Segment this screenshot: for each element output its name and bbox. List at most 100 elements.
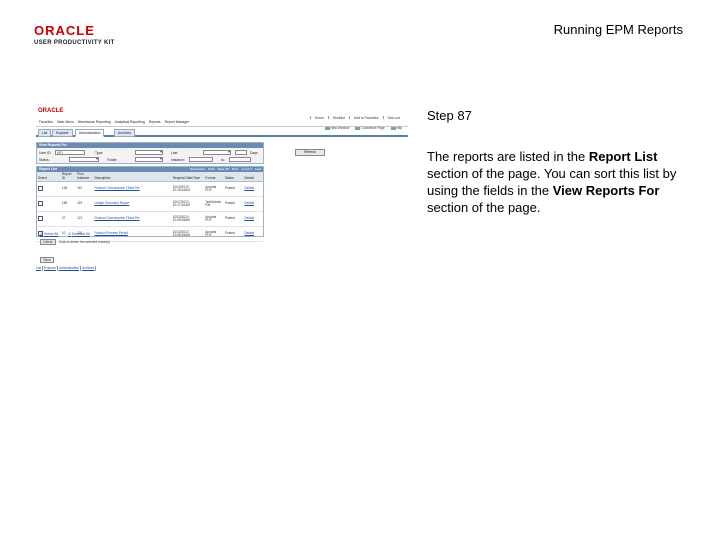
tab-list[interactable]: List bbox=[38, 129, 52, 137]
report-id-cell: 27 bbox=[60, 211, 77, 228]
last-select[interactable] bbox=[203, 150, 231, 155]
step-text-part-1: The reports are listed in the bbox=[427, 149, 589, 164]
logo-word: ORACLE bbox=[34, 23, 95, 38]
view-reports-for-heading: View Reports For bbox=[37, 143, 263, 148]
status-select[interactable] bbox=[69, 157, 99, 162]
step-description: The reports are listed in the Report Lis… bbox=[427, 148, 692, 216]
menu-warehouse[interactable]: Warehouse Reporting bbox=[78, 119, 111, 126]
row-checkbox[interactable] bbox=[38, 215, 43, 221]
delete-button[interactable]: Delete bbox=[40, 239, 56, 245]
details-link[interactable]: Details bbox=[243, 181, 263, 198]
new-window-link[interactable]: New Window bbox=[325, 126, 350, 131]
table-row: 128 112 Product Consumption (Total Per 1… bbox=[37, 181, 263, 198]
col-description[interactable]: Description bbox=[93, 172, 172, 183]
http-link[interactable]: http bbox=[391, 126, 402, 131]
prcs-instance-cell: 112 bbox=[76, 181, 94, 198]
request-date-cell: 10/23/2013 10:15:34AM bbox=[171, 181, 205, 198]
col-select[interactable]: Select bbox=[37, 172, 61, 183]
type-select[interactable] bbox=[135, 150, 163, 155]
description-link[interactable]: Product Consumption (Total Per bbox=[93, 181, 172, 198]
col-report-id[interactable]: Report ID bbox=[60, 172, 77, 183]
folder-label: Folder: bbox=[107, 158, 118, 162]
details-link[interactable]: Details bbox=[243, 196, 263, 213]
logo-subtitle: USER PRODUCTIVITY KIT bbox=[34, 40, 115, 46]
page-actions: New Window Customize Page http bbox=[325, 126, 402, 131]
menu-favorites[interactable]: Favorites bbox=[39, 119, 53, 126]
tab-explorer[interactable]: Explorer bbox=[52, 129, 73, 137]
to-label: to: bbox=[221, 158, 225, 162]
col-prcs-instance[interactable]: Prcs Instance bbox=[76, 172, 94, 183]
col-request-date[interactable]: Request Date/Time bbox=[171, 172, 205, 183]
details-link[interactable]: Details bbox=[243, 211, 263, 228]
description-link[interactable]: Product Consumption (Total Per bbox=[93, 211, 172, 228]
app-oracle-logo: ORACLE bbox=[38, 108, 64, 114]
folder-select[interactable] bbox=[135, 157, 163, 162]
report-list-term: Report List bbox=[588, 149, 658, 164]
step-text-part-3: section of the page. bbox=[427, 200, 541, 215]
menu-report-manager[interactable]: Report Manager bbox=[165, 119, 190, 126]
instance-from-input[interactable] bbox=[189, 157, 213, 162]
table-row: 27 121 Product Consumption (Total Per 10… bbox=[37, 211, 263, 228]
request-date-cell: 10/23/2013 10:09:28AM bbox=[171, 211, 205, 228]
status-cell: Posted bbox=[223, 211, 244, 228]
last-value-input[interactable] bbox=[235, 150, 247, 155]
report-id-cell: 158 bbox=[60, 196, 77, 213]
step-label: Step 87 bbox=[427, 108, 472, 123]
select-all-link[interactable]: Select All bbox=[40, 232, 58, 237]
report-table-header: Select Report ID Prcs Instance Descripti… bbox=[37, 172, 263, 183]
footer-link-explorer[interactable]: Explorer bbox=[44, 266, 58, 271]
filter-row-1: User ID: VP1 Type: Last Days bbox=[39, 150, 263, 157]
prcs-instance-cell: 119 bbox=[76, 196, 94, 213]
details-link[interactable]: Details bbox=[243, 226, 263, 243]
format-cell: Acrobat PDF bbox=[204, 226, 224, 243]
row-checkbox[interactable] bbox=[38, 185, 43, 191]
menu-reports[interactable]: Reports bbox=[149, 119, 161, 126]
col-details[interactable]: Details bbox=[243, 172, 263, 183]
row-checkbox[interactable] bbox=[38, 200, 43, 206]
save-button[interactable]: Save bbox=[40, 257, 54, 263]
row-select-cell[interactable] bbox=[37, 196, 61, 213]
menu-analytical[interactable]: Analytical Reporting bbox=[115, 119, 145, 126]
tab-archives[interactable]: Archives bbox=[114, 129, 136, 137]
footer-link-archives[interactable]: Archives bbox=[82, 266, 97, 271]
menu-main[interactable]: Main Menu bbox=[57, 119, 74, 126]
description-link[interactable]: Ledger Summary Report bbox=[93, 196, 172, 213]
deselect-all-link[interactable]: Deselect All bbox=[68, 232, 90, 237]
footer-links: List Explorer Administration Archives bbox=[36, 266, 97, 271]
delete-note: Click to delete the selected report(s) bbox=[59, 240, 111, 244]
status-cell: Posted bbox=[223, 226, 244, 243]
request-date-cell: 10/13/2013 10:06:35AM bbox=[171, 226, 205, 243]
instance-to-input[interactable] bbox=[229, 157, 251, 162]
status-cell: Posted bbox=[223, 181, 244, 198]
report-list-panel: Report List Customize Find View All Firs… bbox=[36, 166, 264, 243]
instance-label: Instance: bbox=[171, 158, 185, 162]
app-screenshot: ORACLE Home Worklist Add to Favorites Si… bbox=[36, 105, 408, 275]
user-id-input[interactable]: VP1 bbox=[55, 150, 85, 155]
selection-links: Select All Deselect All bbox=[40, 232, 90, 237]
status-label: Status: bbox=[39, 158, 50, 162]
row-select-cell[interactable] bbox=[37, 211, 61, 228]
report-list-title: Report List bbox=[39, 167, 57, 171]
status-cell: Posted bbox=[223, 196, 244, 213]
col-status[interactable]: Status bbox=[223, 172, 244, 183]
request-date-cell: 10/17/2013 10:17:40AM bbox=[171, 196, 205, 213]
format-cell: Acrobat PDF bbox=[204, 181, 224, 198]
days-label: Days bbox=[250, 151, 258, 155]
slide-title: Running EPM Reports bbox=[553, 22, 683, 37]
last-label: Last bbox=[171, 151, 178, 155]
format-cell: Text/Adobe File bbox=[204, 196, 224, 213]
col-format[interactable]: Format bbox=[204, 172, 224, 183]
oracle-upk-logo: ORACLE USER PRODUCTIVITY KIT bbox=[34, 24, 124, 47]
refresh-button[interactable]: Refresh bbox=[295, 149, 325, 156]
filter-row-2: Status: Folder: Instance: to: bbox=[39, 157, 263, 164]
view-reports-for-panel: View Reports For User ID: VP1 Type: Last… bbox=[36, 142, 264, 164]
tab-administration[interactable]: Administration bbox=[75, 129, 105, 137]
table-row: 158 119 Ledger Summary Report 10/17/2013… bbox=[37, 196, 263, 213]
row-select-cell[interactable] bbox=[37, 181, 61, 198]
prcs-instance-cell: 121 bbox=[76, 211, 94, 228]
customize-page-link[interactable]: Customize Page bbox=[355, 126, 384, 131]
report-id-cell: 128 bbox=[60, 181, 77, 198]
user-id-label: User ID: bbox=[39, 151, 52, 155]
footer-link-administration[interactable]: Administration bbox=[59, 266, 82, 271]
footer-link-list[interactable]: List bbox=[36, 266, 43, 271]
